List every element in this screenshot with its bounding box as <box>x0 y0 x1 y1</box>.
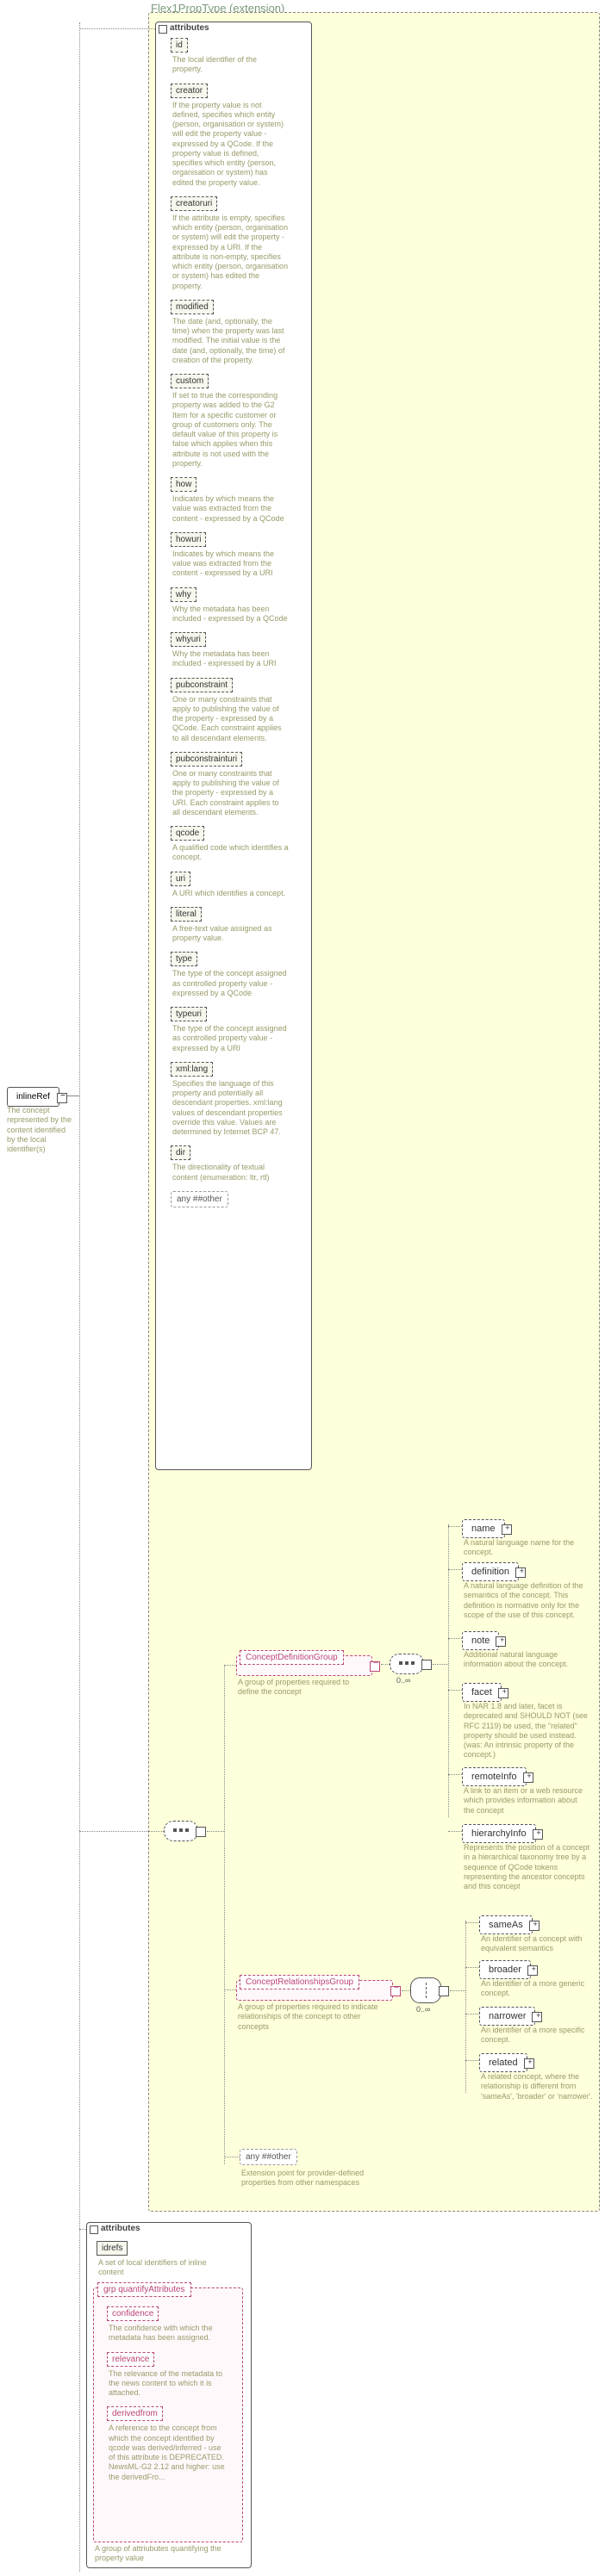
elem-broader-desc: An identifier of a more generic concept. <box>481 1979 597 1999</box>
elem-sameas-desc: An identifier of a concept with equivale… <box>481 1934 597 1954</box>
elem-hierarchyinfo-desc: Represents the position of a concept in … <box>464 1843 595 1891</box>
sequence-main[interactable] <box>164 1821 198 1841</box>
attr-xmllang: xml:langSpecifies the language of this p… <box>171 1062 300 1138</box>
attr-derivedfrom: derivedfromA reference to the concept fr… <box>107 2406 236 2482</box>
crg-choice[interactable] <box>410 1977 441 2003</box>
attr-uri: uriA URI which identifies a concept. <box>171 872 300 898</box>
conn-crg-choice <box>402 1990 410 1991</box>
root-element-label: inlineRef <box>16 1092 50 1102</box>
conn-seq-out <box>207 1831 224 1832</box>
group-conceptdefinition-desc: A group of properties required to define… <box>238 1678 371 1698</box>
attr-qcode: qcodeA qualified code which identifies a… <box>171 826 300 863</box>
attr-why: whyWhy the metadata has been included - … <box>171 587 300 624</box>
conn-seq <box>79 1831 164 1832</box>
conn-crg <box>224 1989 236 1990</box>
elem-narrower-desc: An identifier of a more specific concept… <box>481 2026 597 2045</box>
attr-pubconstraint: pubconstraintOne or many constraints tha… <box>171 678 300 743</box>
group-quantifyattributes-desc: A group of attriubutes quantifying the p… <box>95 2544 241 2564</box>
elem-name[interactable]: name <box>462 1519 505 1538</box>
group-quantifyattributes-label: grp quantifyAttributes <box>97 2282 191 2297</box>
elem-name-desc: A natural language name for the concept. <box>464 1538 584 1558</box>
sequence-any: any ##other <box>240 2149 297 2165</box>
elem-narrower[interactable]: narrower <box>479 2007 535 2026</box>
attr-howuri: howuriIndicates by which means the value… <box>171 532 300 579</box>
elem-facet-desc: In NAR 1.8 and later, facet is deprecate… <box>464 1702 595 1760</box>
attr-type: typeThe type of the concept assigned as … <box>171 952 300 998</box>
attr-typeuri: typeuriThe type of the concept assigned … <box>171 1007 300 1053</box>
elem-broader[interactable]: broader <box>479 1960 531 1979</box>
attr1-list: idThe local identifier of the property. … <box>171 38 300 1207</box>
attributes-panel-1-title: attributes <box>170 23 209 33</box>
cdg-vbranch <box>448 1524 449 1817</box>
group-conceptrelationships[interactable]: ConceptRelationshipsGroup <box>236 1980 393 2001</box>
attr-confidence: confidenceThe confidence with which the … <box>107 2306 236 2343</box>
cdg-seq-out <box>433 1664 448 1665</box>
elem-sameas[interactable]: sameAs <box>479 1915 533 1934</box>
attr-dir: dirThe directionality of textual content… <box>171 1145 300 1182</box>
cdg-sequence[interactable] <box>390 1654 424 1674</box>
group-conceptrelationships-label: ConceptRelationshipsGroup <box>240 1975 359 1989</box>
attr2-idrefs-wrap: idrefs A set of local identifiers of inl… <box>97 2241 241 2287</box>
elem-remoteinfo-desc: A link to an item or a web resource whic… <box>464 1786 589 1816</box>
root-element-desc: The concept represented by the content i… <box>7 1106 76 1154</box>
attr1-any: any ##other <box>171 1191 228 1207</box>
attr-literal: literalA free-text value assigned as pro… <box>171 907 300 944</box>
attributes-panel-2-title: attributes <box>101 2224 140 2233</box>
elem-definition-desc: A natural language definition of the sem… <box>464 1581 595 1620</box>
elem-facet[interactable]: facet <box>462 1683 502 1702</box>
attr-creatoruri: creatoruriIf the attribute is empty, spe… <box>171 196 300 291</box>
attr-how: howIndicates by which means the value wa… <box>171 477 300 524</box>
group-conceptdefinition[interactable]: ConceptDefinitionGroup <box>236 1655 372 1676</box>
crg-vbranch <box>465 1921 466 2093</box>
elem-note[interactable]: note <box>462 1631 499 1650</box>
attr-creator: creatorIf the property value is not defi… <box>171 84 300 188</box>
conn-attr1 <box>79 28 155 29</box>
root-vbranch <box>79 22 80 2572</box>
elem-definition[interactable]: definition <box>462 1562 519 1581</box>
attr-modified: modifiedThe date (and, optionally, the t… <box>171 300 300 365</box>
attr-pubconstrainturi: pubconstrainturiOne or many constraints … <box>171 752 300 817</box>
attr-custom: customIf set to true the corresponding p… <box>171 374 300 469</box>
conn-attr2 <box>79 2229 86 2230</box>
attr-idrefs: idrefs A set of local identifiers of inl… <box>97 2241 241 2278</box>
attr-relevance: relevanceThe relevance of the metadata t… <box>107 2352 236 2399</box>
crg-card: 0..∞ <box>416 2005 430 2014</box>
root-element-inlineref[interactable]: inlineRef <box>7 1087 59 1107</box>
conn-cdg-seq <box>381 1664 390 1665</box>
elem-hierarchyinfo[interactable]: hierarchyInfo <box>462 1824 536 1843</box>
elem-remoteinfo[interactable]: remoteInfo <box>462 1767 527 1786</box>
attr2-group-list: confidenceThe confidence with which the … <box>107 2306 236 2491</box>
elem-note-desc: Additional natural language information … <box>464 1650 584 1670</box>
conn-cdg <box>224 1665 236 1666</box>
diagram-canvas: Flex1PropType (extension) inlineRef The … <box>0 0 605 2576</box>
group-conceptrelationships-desc: A group of properties required to indica… <box>238 2002 389 2032</box>
seq-vbranch <box>224 1665 225 2164</box>
sequence-any-desc: Extension point for provider-defined pro… <box>241 2169 371 2188</box>
elem-related-desc: A related concept, where the relationshi… <box>481 2072 597 2101</box>
cdg-card: 0..∞ <box>396 1676 410 1685</box>
attr-id: idThe local identifier of the property. <box>171 38 300 75</box>
elem-related[interactable]: related <box>479 2053 527 2072</box>
group-conceptdefinition-label: ConceptDefinitionGroup <box>240 1650 344 1665</box>
attr-whyuri: whyuriWhy the metadata has been included… <box>171 632 300 669</box>
